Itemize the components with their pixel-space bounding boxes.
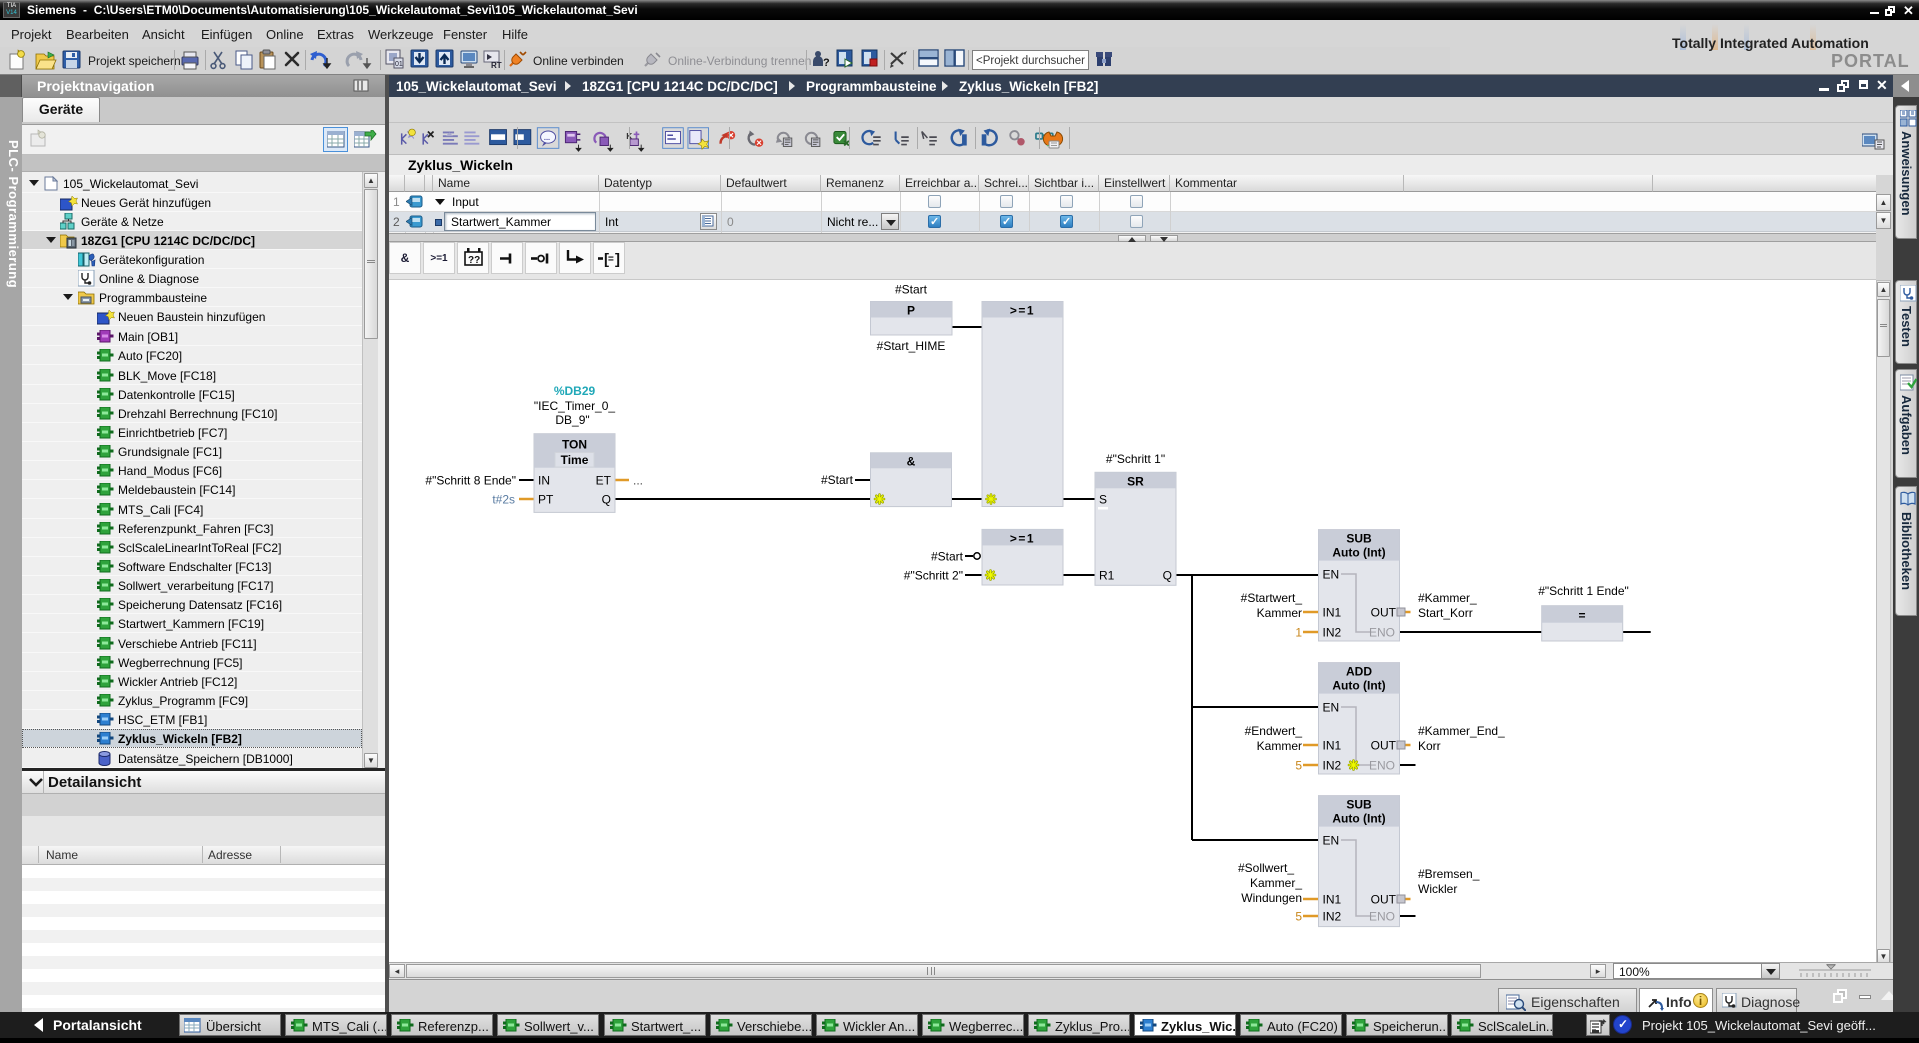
svg-text:SUB: SUB — [1346, 798, 1372, 812]
svg-text:IN1: IN1 — [1323, 739, 1342, 753]
svg-text:Kammer: Kammer — [1257, 606, 1302, 620]
svg-text:#Startwert_: #Startwert_ — [1241, 591, 1303, 605]
svg-text:1: 1 — [1295, 626, 1302, 640]
svg-text:#"Schritt 1 Ende": #"Schritt 1 Ende" — [1538, 584, 1629, 598]
svg-text:#Endwert_: #Endwert_ — [1245, 724, 1303, 738]
svg-text:Korr: Korr — [1418, 739, 1441, 753]
svg-text:?: ? — [823, 57, 830, 69]
svg-text:EN: EN — [1323, 568, 1340, 582]
svg-text:#"Schritt 2": #"Schritt 2" — [904, 569, 963, 583]
svg-text:EN: EN — [1323, 834, 1340, 848]
svg-text:ET: ET — [596, 474, 612, 488]
svg-text:Start_Korr: Start_Korr — [1418, 606, 1473, 620]
svg-text:IN2: IN2 — [1323, 626, 1342, 640]
svg-text:RT: RT — [491, 61, 502, 70]
svg-text:#Start: #Start — [821, 473, 854, 487]
svg-text:#Bremsen_: #Bremsen_ — [1418, 867, 1480, 881]
svg-text:IN2: IN2 — [1323, 759, 1342, 773]
svg-text:#"Schritt 1": #"Schritt 1" — [1106, 452, 1165, 466]
svg-text:Q: Q — [1163, 569, 1172, 583]
svg-text:OUT: OUT — [1371, 739, 1397, 753]
svg-text:ENO: ENO — [1369, 759, 1395, 773]
svg-text:ENO: ENO — [1369, 626, 1395, 640]
svg-text:#Start_HIME: #Start_HIME — [877, 339, 946, 353]
svg-text:Q: Q — [602, 493, 611, 507]
svg-text:Windungen: Windungen — [1241, 891, 1302, 905]
svg-text:01: 01 — [395, 61, 403, 68]
svg-text:]: ] — [615, 251, 620, 268]
svg-text:Wickler: Wickler — [1418, 882, 1457, 896]
svg-text:&: & — [907, 455, 916, 469]
svg-text:t#2s: t#2s — [492, 493, 515, 507]
svg-text:>=1: >=1 — [1010, 532, 1035, 546]
svg-text:...: ... — [633, 474, 643, 488]
svg-text:TON: TON — [562, 438, 587, 452]
svg-text:SR: SR — [1127, 475, 1144, 489]
svg-text:#Kammer_End_: #Kammer_End_ — [1418, 724, 1505, 738]
svg-text:#Start: #Start — [931, 550, 964, 564]
svg-text:"IEC_Timer_0_: "IEC_Timer_0_ — [534, 399, 616, 413]
svg-text:#Kammer_: #Kammer_ — [1418, 591, 1477, 605]
svg-text:=: = — [608, 254, 614, 265]
svg-text:#"Schritt 8 Ende": #"Schritt 8 Ende" — [425, 474, 516, 488]
svg-text:S: S — [1099, 493, 1107, 507]
svg-text:??: ?? — [468, 255, 480, 266]
svg-text:>=1: >=1 — [1010, 304, 1035, 318]
svg-text:IN1: IN1 — [1323, 606, 1342, 620]
svg-text:OUT: OUT — [1371, 606, 1397, 620]
svg-text:ENO: ENO — [1369, 910, 1395, 924]
svg-text:DB_9": DB_9" — [555, 413, 589, 427]
svg-text:Kammer_: Kammer_ — [1250, 876, 1302, 890]
svg-text:5: 5 — [1295, 759, 1302, 773]
svg-text:Kammer: Kammer — [1257, 739, 1302, 753]
svg-text:#Start: #Start — [895, 283, 928, 297]
svg-text:Auto (Int): Auto (Int) — [1332, 679, 1385, 693]
svg-text:Time: Time — [561, 453, 589, 467]
svg-text:#Sollwert_: #Sollwert_ — [1238, 861, 1294, 875]
svg-text:Auto (Int): Auto (Int) — [1332, 546, 1385, 560]
svg-text:IN1: IN1 — [1323, 893, 1342, 907]
svg-text:...: ... — [544, 133, 550, 142]
svg-text:PT: PT — [538, 493, 554, 507]
svg-text:IN: IN — [538, 474, 550, 488]
svg-text:Auto (Int): Auto (Int) — [1332, 812, 1385, 826]
svg-text:P: P — [907, 304, 915, 318]
svg-text:SUB: SUB — [1346, 532, 1372, 546]
svg-text:IN2: IN2 — [1323, 910, 1342, 924]
svg-text:5: 5 — [1295, 910, 1302, 924]
svg-text:R1: R1 — [1099, 569, 1115, 583]
svg-text:=: = — [1578, 609, 1585, 623]
svg-text:ADD: ADD — [1346, 665, 1372, 679]
svg-text:EN: EN — [1323, 701, 1340, 715]
svg-text:%DB29: %DB29 — [554, 384, 596, 398]
svg-text:OUT: OUT — [1371, 893, 1397, 907]
